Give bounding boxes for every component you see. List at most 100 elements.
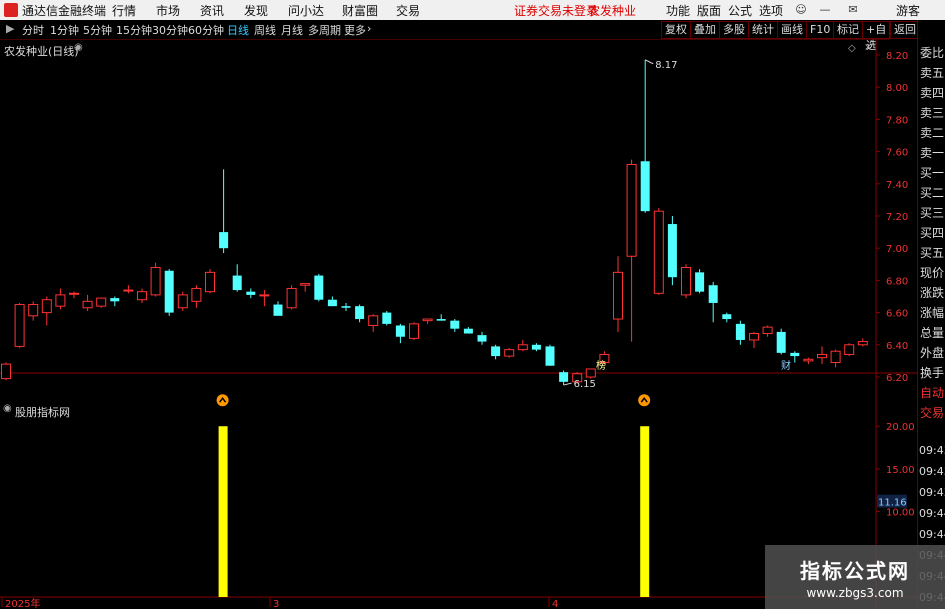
indicator-axis-label: 15.00	[886, 465, 915, 476]
chart-area[interactable]: 8.20 8.00 7.80 7.60 7.40 7.20 7.00 6.80 6.60 6.40…	[0, 39, 917, 609]
side-panel: ​ 委比卖五卖四卖三卖二卖一买一买二买三买四买五现价涨跌涨幅总量外盘换手净资收益…	[917, 20, 945, 609]
price-axis-label: 8.20	[886, 51, 908, 62]
title-dropdown-icon[interactable]: ◉	[74, 42, 83, 53]
menu-item-layout[interactable]: 版面	[697, 2, 721, 19]
overlay-button[interactable]: 叠加	[690, 21, 720, 39]
indicator-axis-label: 20.00	[886, 422, 915, 433]
draw-line-button[interactable]: 画线	[777, 21, 807, 39]
candle-body-up	[830, 350, 841, 364]
period-monthly[interactable]: 月线	[281, 22, 303, 38]
price-axis-label: 6.60	[886, 309, 908, 320]
candle-body-down	[695, 272, 705, 292]
candle-body-up	[191, 287, 202, 302]
add-watchlist-button[interactable]: +自选	[862, 21, 891, 52]
side-label-13: 涨幅	[920, 304, 945, 321]
candle-body-up	[82, 300, 93, 309]
candle-body-down	[545, 346, 555, 366]
side-time-4: 09:44	[919, 528, 945, 541]
statistics-button[interactable]: 统计	[748, 21, 778, 39]
candle-body-up	[749, 333, 759, 341]
guest-label[interactable]: 游客	[896, 2, 920, 19]
side-label-1: 卖五	[920, 64, 945, 81]
mail-icon[interactable]: ✉	[846, 3, 860, 17]
side-label-11: 现价	[920, 264, 945, 281]
candle-body-down	[246, 291, 256, 295]
menu-item-trade[interactable]: 交易	[396, 2, 420, 19]
settings-diamond-icon[interactable]: ◇	[848, 43, 856, 54]
period-5min[interactable]: 5分钟	[83, 22, 112, 38]
mark-button[interactable]: 标记	[833, 21, 863, 39]
candle-body-down	[640, 161, 650, 212]
candle-body-up	[177, 294, 188, 309]
indicator-signal-bar	[218, 426, 228, 597]
menu-item-market[interactable]: 市场	[156, 2, 180, 19]
period-weekly[interactable]: 周线	[254, 22, 276, 38]
back-button[interactable]: 返回	[890, 21, 920, 39]
candle-body-up	[653, 210, 664, 294]
candle-body-up	[504, 349, 515, 357]
period-15min[interactable]: 15分钟	[116, 22, 152, 38]
menu-item-discover[interactable]: 发现	[244, 2, 268, 19]
date-axis-label: 2025年	[5, 597, 40, 609]
side-label-15: 外盘	[920, 344, 945, 361]
candle-body-up	[857, 341, 868, 346]
trade-login-status[interactable]: 证券交易未登录	[514, 2, 598, 19]
menu-item-formula[interactable]: 公式	[728, 2, 752, 19]
candle-body-down	[477, 335, 487, 342]
period-1min[interactable]: 1分钟	[50, 22, 79, 38]
indicator-dropdown-icon[interactable]: ◉	[3, 403, 12, 414]
adjust-button[interactable]: 复权	[661, 21, 691, 39]
candle-body-up	[803, 358, 814, 362]
candle-body-down	[341, 306, 351, 308]
period-more[interactable]: 更多	[344, 22, 366, 38]
menu-item-options[interactable]: 选项	[759, 2, 783, 19]
watermark-url: www.zbgs3.com	[806, 586, 904, 600]
candle-body-down	[776, 331, 786, 353]
low-annotation-pointer	[563, 382, 572, 386]
candle-body-down	[790, 352, 800, 357]
candle-body-up	[585, 368, 596, 378]
menu-item-wealth-circle[interactable]: 财富圈	[342, 2, 378, 19]
chevron-right-icon[interactable]: ›	[367, 22, 371, 35]
menu-item-ask-xiaoda[interactable]: 问小达	[288, 2, 324, 19]
minimize-icon[interactable]: —	[818, 3, 832, 17]
candle-body-down	[436, 319, 446, 321]
side-label-0: 委比	[920, 44, 945, 61]
expand-icon[interactable]: ▶	[6, 22, 14, 35]
menu-item-news[interactable]: 资讯	[200, 2, 224, 19]
close-icon[interactable]: ×	[864, 42, 872, 53]
event-mark-label: 榜	[596, 359, 606, 372]
f10-button[interactable]: F10	[806, 21, 835, 39]
candle-body-up	[259, 294, 270, 297]
period-30min[interactable]: 30分钟	[152, 22, 188, 38]
side-time-0: 09:43	[919, 444, 945, 457]
period-60min[interactable]: 60分钟	[188, 22, 224, 38]
period-daily[interactable]: 日线	[227, 22, 249, 38]
side-label-20: 交易	[920, 404, 945, 421]
indicator-current-value: 11.16	[878, 498, 907, 509]
candle-body-up	[137, 291, 147, 301]
menu-bar: 通达信金融终端 行情 市场 资讯 发现 问小达 财富圈 交易 证券交易未登录 农…	[0, 0, 945, 20]
candle-body-down	[219, 232, 229, 249]
period-toolbar: ▶ 分时 1分钟 5分钟 15分钟 30分钟 60分钟 日线 周线 月线 多周期…	[0, 20, 891, 52]
watermark-title: 指标公式网	[800, 559, 910, 583]
multi-stock-button[interactable]: 多股	[719, 21, 749, 39]
candle-body-down	[491, 346, 501, 357]
menu-item-function[interactable]: 功能	[666, 2, 690, 19]
user-icon[interactable]: ☺	[794, 3, 808, 17]
candle-body-down	[110, 298, 120, 302]
candle-body-down	[531, 344, 541, 350]
period-multi[interactable]: 多周期	[308, 22, 341, 38]
watermark: 指标公式网 www.zbgs3.com	[765, 545, 945, 609]
menu-item-quotes[interactable]: 行情	[112, 2, 136, 19]
side-label-2: 卖四	[920, 84, 945, 101]
candle-body-up	[1, 363, 11, 380]
candle-body-up	[286, 287, 297, 309]
side-label-12: 涨跌	[920, 284, 945, 301]
side-label-5: 卖一	[920, 144, 945, 161]
price-axis-label: 8.00	[886, 83, 908, 94]
candle-body-down	[722, 314, 732, 320]
candle-body-up	[517, 344, 528, 351]
period-intraday[interactable]: 分时	[22, 22, 44, 38]
candle-body-down	[735, 323, 745, 340]
